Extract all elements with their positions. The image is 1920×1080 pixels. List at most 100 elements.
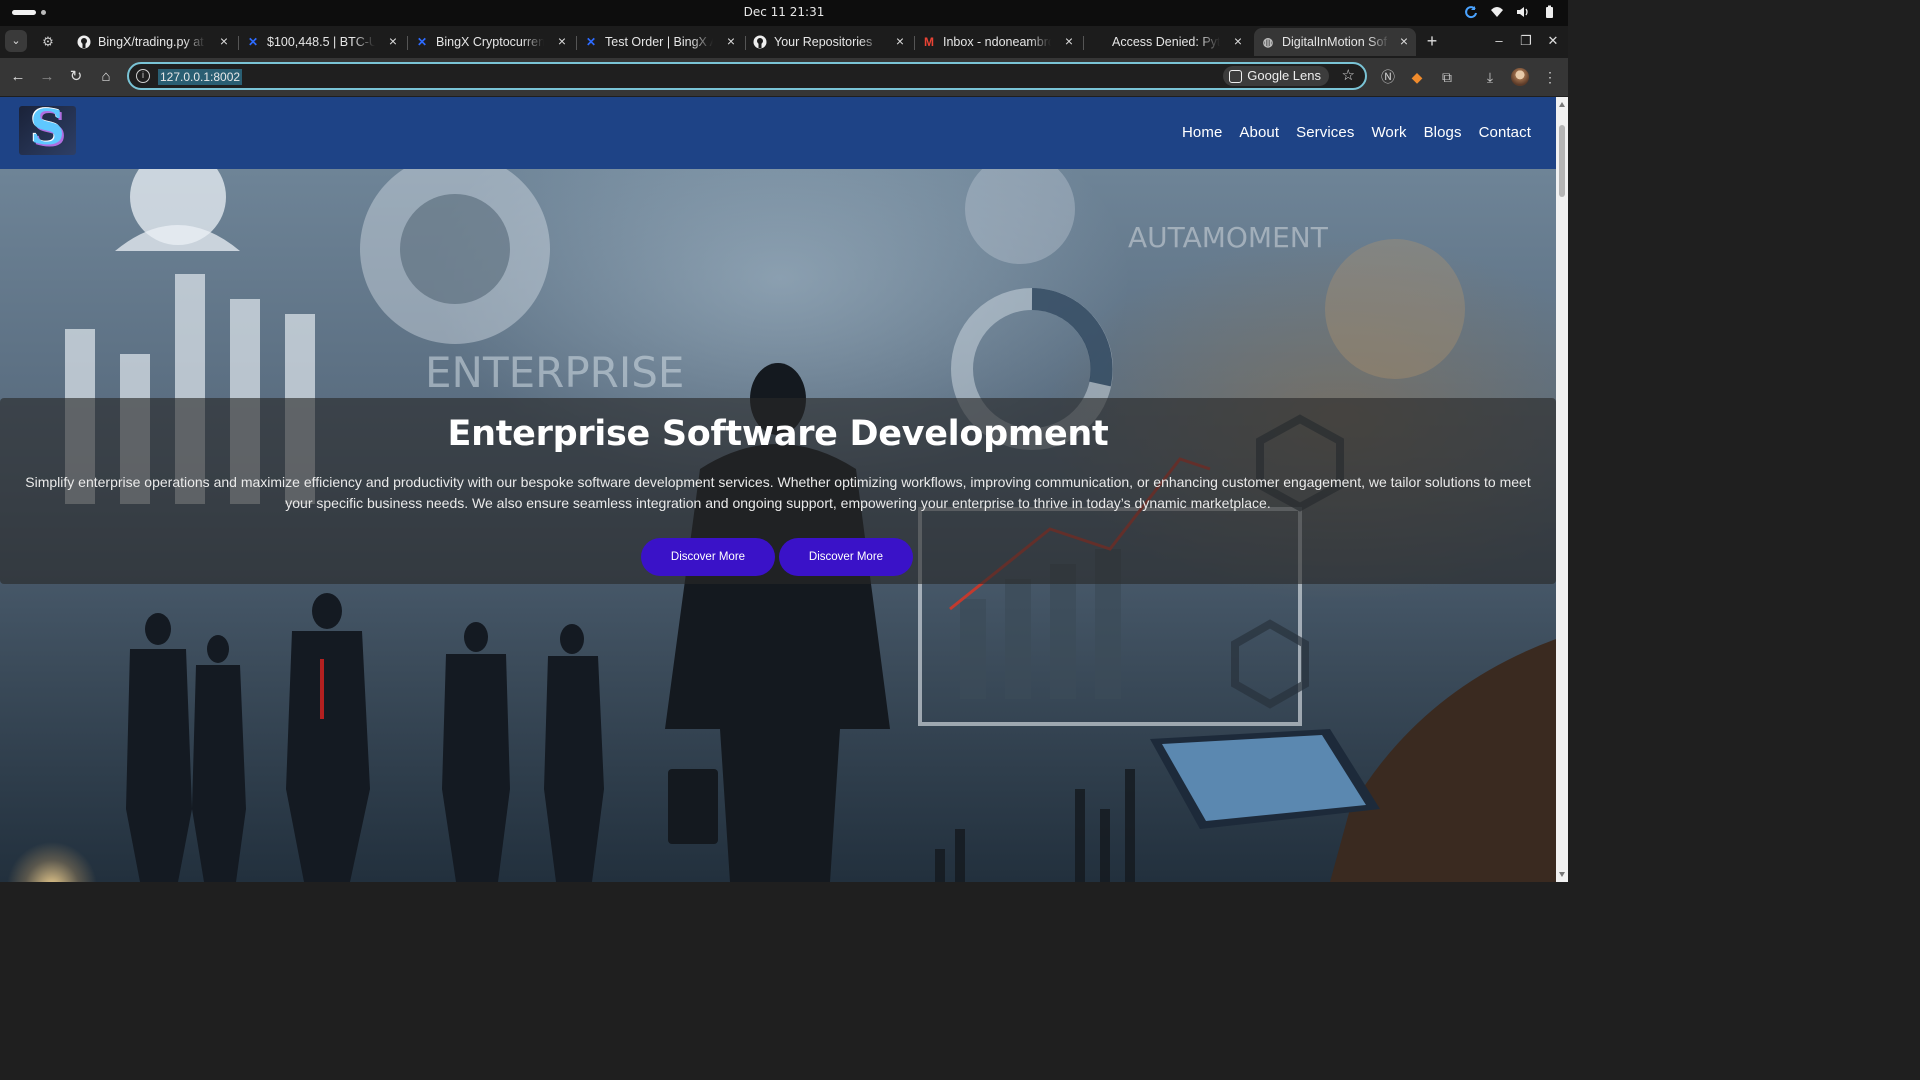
profile-avatar[interactable] xyxy=(1511,68,1529,86)
metamask-fox-icon[interactable]: ◆ xyxy=(1407,67,1427,87)
back-button[interactable]: ← xyxy=(8,67,28,87)
nav-home[interactable]: Home xyxy=(1182,124,1222,141)
volume-icon[interactable] xyxy=(1516,5,1530,19)
bookmark-star-icon[interactable]: ☆ xyxy=(1342,66,1355,86)
home-icon: ⌂ xyxy=(101,68,111,85)
nav-work[interactable]: Work xyxy=(1371,124,1406,141)
system-tray[interactable] xyxy=(1464,5,1556,19)
gear-icon xyxy=(965,169,1075,264)
google-lens-label: Google Lens xyxy=(1247,68,1321,83)
close-icon: ✕ xyxy=(1547,33,1559,48)
reload-icon: ↻ xyxy=(69,68,83,85)
close-icon[interactable]: × xyxy=(1061,33,1077,49)
tab-strip: ⌄ ⚙ BingX/trading.py at × ✕ $100,448.5 |… xyxy=(0,26,1568,58)
download-icon[interactable]: ⤓ xyxy=(1480,67,1500,87)
minimize-button[interactable]: – xyxy=(1490,32,1508,50)
url-text[interactable]: 127.0.0.1:8002 xyxy=(158,69,243,85)
google-lens-button[interactable]: Google Lens xyxy=(1223,66,1329,86)
scroll-up-icon[interactable] xyxy=(1559,102,1565,107)
forward-button[interactable]: → xyxy=(37,67,57,87)
reload-button[interactable]: ↻ xyxy=(66,67,86,87)
globe-icon: ◍ xyxy=(1262,35,1274,49)
tab-7[interactable]: Access Denied: Pyth × xyxy=(1090,28,1250,56)
page-scrollbar[interactable] xyxy=(1556,97,1568,882)
gear-icon xyxy=(1325,239,1465,379)
plus-icon: + xyxy=(1426,31,1438,51)
hero-section: ENTERPRISE AUTAMOMENT Enterprise Softwar… xyxy=(0,169,1556,882)
tab-title: BingX/trading.py at xyxy=(98,35,204,49)
tab-separator xyxy=(576,36,577,50)
close-icon[interactable]: × xyxy=(554,33,570,49)
tab-separator xyxy=(745,36,746,50)
browser-toolbar: ← → ↻ ⌂ i 127.0.0.1:8002 Google Lens ☆ Ⓝ… xyxy=(0,58,1568,96)
extensions-puzzle-icon[interactable]: ⧉ xyxy=(1437,67,1457,87)
hero-description: Simplify enterprise operations and maxim… xyxy=(25,474,1531,511)
scrollbar-thumb[interactable] xyxy=(1559,125,1565,197)
discover-more-button-2[interactable]: Discover More xyxy=(779,538,913,576)
tab-1[interactable]: BingX/trading.py at × xyxy=(76,28,236,56)
home-button[interactable]: ⌂ xyxy=(96,67,116,87)
github-icon xyxy=(752,34,768,50)
tab-title: Access Denied: Pyth xyxy=(1112,35,1220,49)
gmail-icon: M xyxy=(924,35,934,49)
hero-title: Enterprise Software Development xyxy=(447,414,1109,454)
nav-services[interactable]: Services xyxy=(1296,124,1354,141)
close-icon[interactable]: × xyxy=(1396,33,1412,49)
tab-title: DigitalInMotion Sof xyxy=(1282,35,1387,49)
new-tab-button[interactable]: + xyxy=(1422,31,1442,51)
close-icon[interactable]: × xyxy=(892,33,908,49)
tab-separator xyxy=(238,36,239,50)
arrow-right-icon: → xyxy=(39,68,55,85)
tab-separator xyxy=(1083,36,1084,50)
tab-2[interactable]: ✕ $100,448.5 | BTC-U × xyxy=(245,28,405,56)
bingx-icon: ✕ xyxy=(585,35,597,49)
web-page: S Home About Services Work Blogs Contact… xyxy=(0,97,1556,882)
sync-icon[interactable] xyxy=(1464,5,1478,19)
minimize-icon: – xyxy=(1495,33,1503,48)
tab-6[interactable]: M Inbox - ndoneambro × xyxy=(921,28,1081,56)
tab-title: Inbox - ndoneambro xyxy=(943,35,1051,49)
tab-5[interactable]: Your Repositories × xyxy=(752,28,912,56)
site-logo[interactable]: S xyxy=(19,106,76,155)
hero-banner: Enterprise Software Development Simplify… xyxy=(0,398,1556,584)
tab-4[interactable]: ✕ Test Order | BingX A × xyxy=(583,28,743,56)
blank-icon xyxy=(1090,34,1106,50)
extension-n-icon[interactable]: Ⓝ xyxy=(1378,67,1398,87)
close-icon[interactable]: × xyxy=(723,33,739,49)
site-navbar: S Home About Services Work Blogs Contact xyxy=(0,97,1556,169)
system-clock[interactable]: Dec 11 21:31 xyxy=(0,5,1568,19)
crowd-silhouettes xyxy=(126,593,604,882)
bingx-icon: ✕ xyxy=(247,35,259,49)
bingx-icon: ✕ xyxy=(416,35,428,49)
site-info-icon[interactable]: i xyxy=(136,69,150,83)
bg-word-automation: AUTAMOMENT xyxy=(1128,221,1329,254)
nav-about[interactable]: About xyxy=(1239,124,1279,141)
tab-title: $100,448.5 | BTC-U xyxy=(267,35,375,49)
arrow-left-icon: ← xyxy=(10,68,26,85)
kebab-menu-icon[interactable]: ⋮ xyxy=(1540,67,1560,87)
battery-icon[interactable] xyxy=(1542,5,1556,19)
nav-blogs[interactable]: Blogs xyxy=(1424,124,1462,141)
tab-separator xyxy=(914,36,915,50)
tab-search-button[interactable]: ⌄ xyxy=(5,30,27,52)
close-icon[interactable]: × xyxy=(385,33,401,49)
close-icon[interactable]: × xyxy=(1230,33,1246,49)
close-icon[interactable]: × xyxy=(216,33,232,49)
address-bar[interactable]: i 127.0.0.1:8002 Google Lens ☆ xyxy=(127,62,1367,90)
maximize-button[interactable]: ❐ xyxy=(1517,32,1535,50)
wifi-icon[interactable] xyxy=(1490,5,1504,19)
tab-3[interactable]: ✕ BingX Cryptocurren × xyxy=(414,28,574,56)
chrome-settings-icon: ⚙ xyxy=(42,34,54,49)
tab-title: Test Order | BingX A xyxy=(605,35,713,49)
nav-contact[interactable]: Contact xyxy=(1479,124,1531,141)
main-menu: Home About Services Work Blogs Contact xyxy=(1182,124,1531,141)
pinned-tab[interactable]: ⚙ xyxy=(38,32,58,52)
tab-8-active[interactable]: ◍ DigitalInMotion Sof × xyxy=(1254,28,1416,56)
laptop-user-figure xyxy=(1150,639,1556,882)
lens-icon xyxy=(1229,69,1243,83)
discover-more-button-1[interactable]: Discover More xyxy=(641,538,775,576)
close-window-button[interactable]: ✕ xyxy=(1544,32,1562,50)
tab-title: Your Repositories xyxy=(774,35,873,49)
bg-word-enterprise: ENTERPRISE xyxy=(425,348,684,397)
scroll-down-icon[interactable] xyxy=(1559,872,1565,877)
